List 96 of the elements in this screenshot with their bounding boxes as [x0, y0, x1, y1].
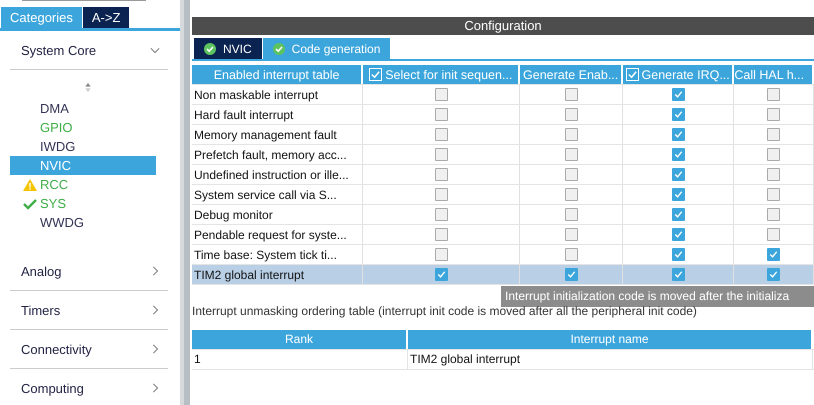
column-header[interactable]: Generate Enab... — [520, 65, 623, 84]
peripheral-item[interactable]: SYS — [10, 194, 156, 213]
category-tab[interactable]: Categories — [1, 7, 82, 28]
column-header[interactable]: Rank — [192, 330, 408, 349]
peripheral-label: GPIO — [40, 119, 73, 137]
checkbox[interactable] — [434, 208, 448, 221]
checkbox[interactable] — [434, 148, 448, 161]
table-cell: Memory management fault — [192, 125, 364, 144]
checkbox[interactable] — [564, 108, 578, 121]
check-circle-icon — [272, 42, 285, 54]
checkbox[interactable] — [564, 148, 578, 161]
column-header[interactable]: Interrupt name — [408, 330, 813, 349]
category-header[interactable]: Analog — [10, 252, 168, 291]
peripheral-item[interactable]: RCC — [10, 175, 156, 194]
category-header[interactable]: Timers — [10, 291, 168, 330]
category-header[interactable]: Computing — [10, 369, 168, 405]
column-header[interactable]: Select for init sequen... — [363, 65, 520, 84]
checkbox[interactable] — [672, 168, 685, 181]
peripheral-label: SYS — [40, 195, 66, 213]
checkbox[interactable] — [564, 248, 578, 261]
peripheral-label: RCC — [40, 176, 68, 194]
checkbox[interactable] — [434, 228, 448, 241]
checkbox[interactable] — [564, 208, 578, 221]
checkbox[interactable] — [767, 248, 780, 261]
peripheral-item[interactable]: WWDG — [10, 213, 156, 232]
peripheral-item[interactable]: NVIC — [10, 156, 156, 175]
category-tab[interactable]: A->Z — [82, 7, 130, 28]
sort-arrows-icon[interactable] — [84, 82, 92, 93]
checkbox[interactable] — [434, 168, 448, 181]
check-icon — [23, 198, 37, 210]
table-cell: Debug monitor — [192, 205, 364, 224]
category-header[interactable]: Connectivity — [10, 330, 168, 369]
checkbox[interactable] — [434, 88, 448, 101]
table-cell: Hard fault interrupt — [192, 105, 364, 124]
checkbox[interactable] — [672, 108, 685, 121]
checkbox[interactable] — [672, 268, 685, 281]
chevron-right-icon — [150, 383, 160, 393]
table-cell: TIM2 global interrupt — [408, 350, 813, 369]
checkbox[interactable] — [434, 108, 448, 121]
peripheral-item[interactable]: DMA — [10, 99, 156, 118]
table-cell: TIM2 global interrupt — [192, 265, 364, 284]
table-caption: Interrupt unmasking ordering table (interrupt init code is moved after all the peripheral init code) — [192, 304, 698, 320]
checkbox[interactable] — [672, 88, 685, 101]
checkbox[interactable] — [672, 248, 685, 261]
checkbox[interactable] — [564, 88, 578, 101]
checkbox[interactable] — [434, 268, 448, 281]
checkbox[interactable] — [434, 248, 448, 261]
peripheral-label: NVIC — [40, 157, 72, 175]
peripheral-label: IWDG — [40, 138, 76, 156]
checkbox[interactable] — [672, 188, 685, 201]
table-cell: Non maskable interrupt — [192, 85, 364, 104]
checkbox[interactable] — [564, 168, 578, 181]
tooltip: Interrupt initialization code is moved after the initializa — [501, 286, 814, 307]
config-tab[interactable]: NVIC — [194, 38, 262, 59]
peripheral-label: DMA — [40, 100, 69, 118]
checkbox[interactable] — [767, 188, 780, 201]
table-cell: 1 — [192, 350, 408, 369]
column-header[interactable]: Call HAL h... — [734, 65, 814, 84]
checkbox[interactable] — [564, 268, 578, 281]
checkbox[interactable] — [672, 208, 685, 221]
checkbox[interactable] — [434, 188, 448, 201]
checkbox[interactable] — [767, 268, 780, 281]
config-tab[interactable]: Code generation — [262, 38, 390, 59]
scrollbar[interactable] — [180, 0, 190, 405]
peripheral-label: WWDG — [40, 214, 84, 232]
checkbox[interactable] — [564, 128, 578, 141]
checkbox[interactable] — [672, 228, 685, 241]
checkbox[interactable] — [767, 128, 780, 141]
checkbox[interactable] — [434, 128, 448, 141]
warning-icon — [23, 178, 37, 190]
table-cell: Undefined instruction or ille... — [192, 165, 364, 184]
checkbox[interactable] — [767, 208, 780, 221]
checkbox[interactable] — [767, 168, 780, 181]
checkbox[interactable] — [672, 128, 685, 141]
checkbox[interactable] — [564, 228, 578, 241]
checkbox[interactable] — [767, 88, 780, 101]
checkbox[interactable] — [672, 148, 685, 161]
table-cell: Pendable request for syste... — [192, 225, 364, 244]
checkbox[interactable] — [767, 228, 780, 241]
peripheral-item[interactable]: GPIO — [10, 118, 156, 137]
checkbox[interactable] — [767, 108, 780, 121]
checkbox[interactable] — [767, 148, 780, 161]
chevron-right-icon — [150, 344, 160, 354]
column-header[interactable]: Enabled interrupt table — [192, 65, 364, 84]
category-header[interactable]: System Core — [10, 31, 168, 70]
table-cell: System service call via S... — [192, 185, 364, 204]
panel-title: Configuration — [192, 17, 814, 35]
chevron-right-icon — [150, 305, 160, 315]
peripheral-item[interactable]: IWDG — [10, 137, 156, 156]
chevron-right-icon — [150, 266, 160, 276]
chevron-down-icon — [150, 45, 160, 55]
table-cell: Time base: System tick ti... — [192, 245, 364, 264]
table-cell: Prefetch fault, memory acc... — [192, 145, 364, 164]
checkbox[interactable] — [564, 188, 578, 201]
column-header[interactable]: Generate IRQ... — [622, 65, 734, 84]
check-circle-icon — [204, 42, 216, 54]
